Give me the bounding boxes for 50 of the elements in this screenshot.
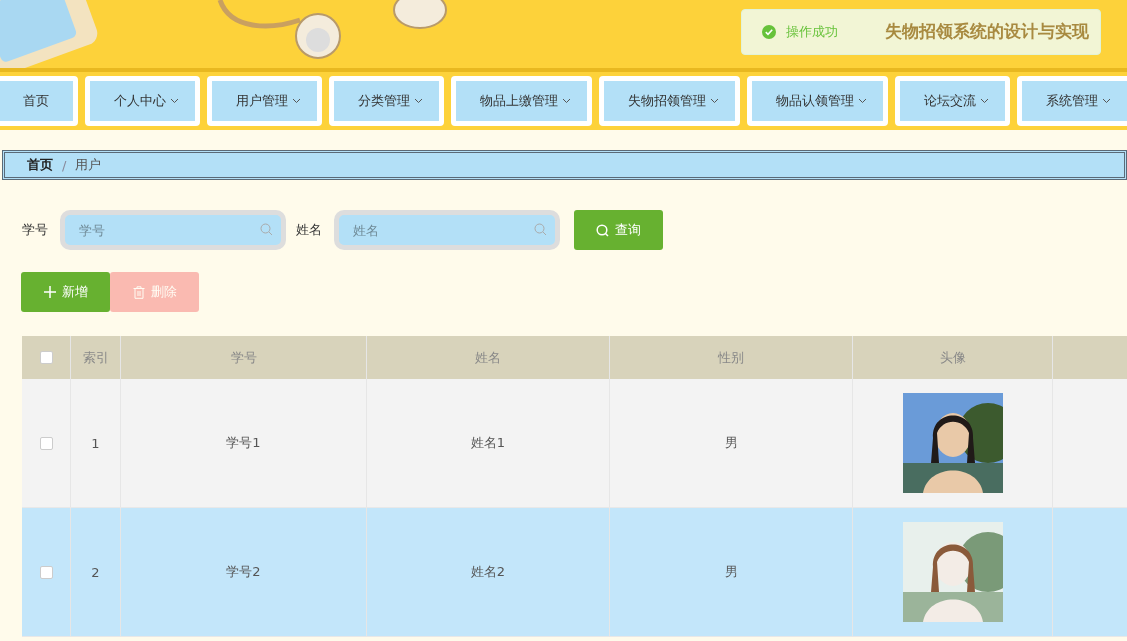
column-header: 学号 xyxy=(230,348,257,367)
search-icon xyxy=(260,223,273,236)
table-row[interactable]: 2 学号2 姓名2 男 xyxy=(22,508,1127,637)
column-header: 索引 xyxy=(82,348,109,367)
chevron-down-icon xyxy=(292,98,301,104)
breadcrumb-item: 用户 xyxy=(75,156,102,174)
system-title: 失物招领系统的设计与实现 xyxy=(885,20,1089,43)
search-field[interactable]: 学号 xyxy=(60,210,286,250)
table-cell: 姓名1 xyxy=(470,434,506,452)
row-checkbox[interactable] xyxy=(39,436,53,450)
search-icon xyxy=(596,223,609,237)
row-checkbox[interactable] xyxy=(39,565,53,579)
search-field[interactable]: 姓名 xyxy=(334,210,560,250)
chevron-down-icon xyxy=(980,98,989,104)
nav-menu-item[interactable]: 失物招领管理 xyxy=(599,76,740,126)
search-icon xyxy=(534,223,547,236)
nav-menu-item[interactable]: 用户管理 xyxy=(207,76,322,126)
nav-menu-item[interactable]: 物品认领管理 xyxy=(747,76,888,126)
select-all-checkbox[interactable] xyxy=(39,351,53,364)
table-cell: 男 xyxy=(724,434,738,452)
plus-icon xyxy=(43,286,56,298)
table-cell: 学号1 xyxy=(226,434,261,452)
table-row[interactable]: 1 学号1 姓名1 男 xyxy=(22,379,1127,508)
nav-menu-item[interactable]: 物品上缴管理 xyxy=(451,76,592,126)
field-label: 姓名 xyxy=(296,221,322,239)
chevron-down-icon xyxy=(414,98,423,104)
chevron-down-icon xyxy=(562,98,571,104)
chevron-down-icon xyxy=(710,98,719,104)
field-label: 学号 xyxy=(22,221,48,239)
table-cell: 姓名2 xyxy=(470,563,506,581)
chevron-down-icon xyxy=(1102,98,1111,104)
column-header: 姓名 xyxy=(475,348,501,367)
chevron-down-icon xyxy=(170,98,179,104)
breadcrumb-separator: / xyxy=(62,157,67,173)
table-cell: 2 xyxy=(91,564,100,580)
trash-icon xyxy=(132,285,145,299)
breadcrumb-item[interactable]: 首页 xyxy=(27,156,53,174)
chevron-down-icon xyxy=(858,98,867,104)
table-cell: 1 xyxy=(91,435,100,451)
check-circle-icon xyxy=(762,25,776,39)
nav-menu-item[interactable]: 论坛交流 xyxy=(895,76,1010,126)
table-cell: 学号2 xyxy=(226,563,261,581)
column-header: 性别 xyxy=(718,348,744,367)
nav-menu-item[interactable]: 分类管理 xyxy=(329,76,444,126)
nav-menu-item[interactable]: 首页 xyxy=(0,76,78,126)
nav-menu-item[interactable]: 个人中心 xyxy=(85,76,200,126)
column-header: 头像 xyxy=(939,348,966,367)
nav-menu-item[interactable]: 系统管理 xyxy=(1017,76,1127,126)
toast-text: 操作成功 xyxy=(786,23,839,41)
table-cell: 男 xyxy=(724,563,738,581)
